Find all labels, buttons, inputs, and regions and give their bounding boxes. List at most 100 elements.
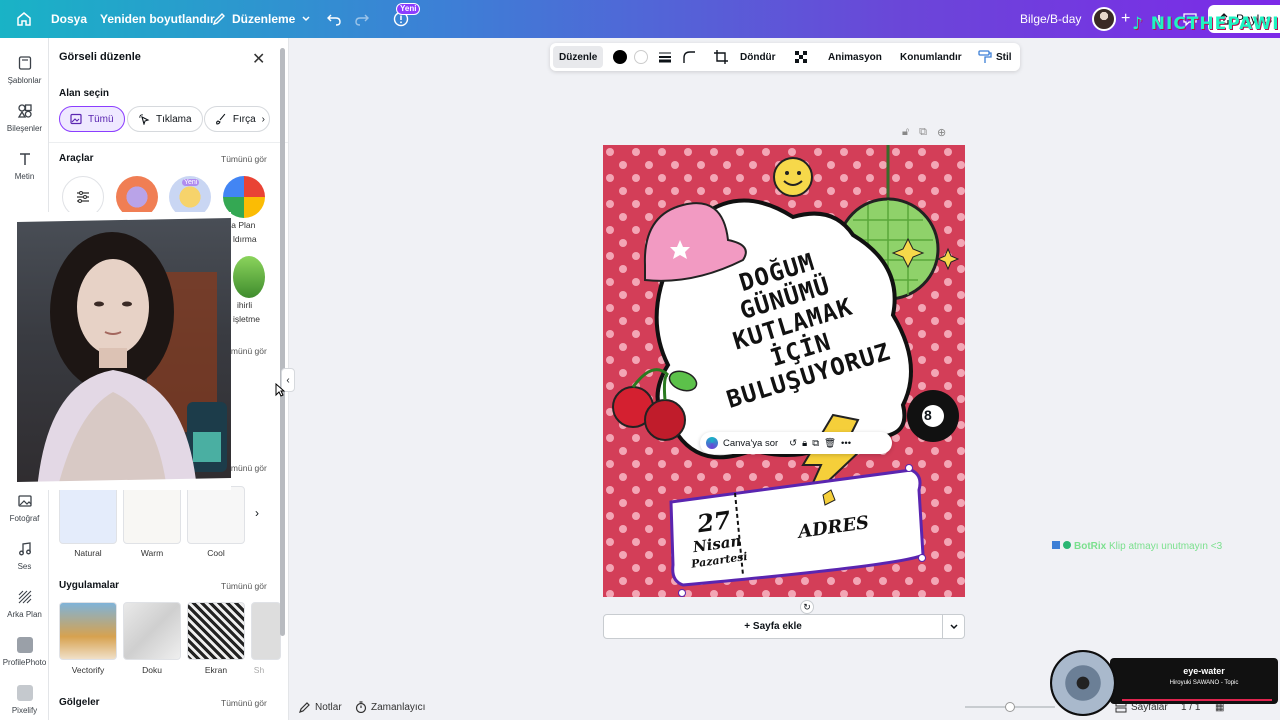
undo-icon [327,14,341,26]
rail-item-photos[interactable]: Fotoğraf [0,492,49,523]
crop-button[interactable] [714,43,728,71]
transparency-button[interactable] [794,43,808,71]
filter-natural[interactable] [59,486,117,544]
new-badge: Yeni [396,3,421,15]
filter-label: Warm [140,548,164,558]
tiktok-watermark: ♪ NICTHEPAWICH [1132,14,1280,34]
paint-roller-icon [978,50,992,63]
zoom-slider-thumb[interactable] [1005,702,1015,712]
magic-grab-tool[interactable] [233,256,265,298]
rail-item-text[interactable]: Metin [0,150,49,181]
animate-button[interactable]: Animasyon [828,43,882,71]
verified-badge-icon [1063,541,1071,549]
rotate-label: Döndür [740,51,776,63]
fill-color-button[interactable] [634,43,648,71]
panel-scrollbar[interactable] [280,48,285,636]
edit-menu[interactable]: Düzenleme [212,0,311,38]
timer-button[interactable]: Zamanlayıcı [355,701,425,713]
filters-next-button[interactable]: › [255,506,259,520]
rail-item-background[interactable]: Arka Plan [0,588,49,619]
chip-all[interactable]: Tümü [59,106,125,132]
duplicate-page-icon[interactable]: ⧉ [919,126,927,139]
eight-ball-number: 8 [924,407,932,423]
redo-button[interactable] [354,0,370,38]
rail-item-profile-photo[interactable]: ProfilePhoto [0,636,49,667]
app-screen[interactable] [187,602,245,660]
add-page-options-button[interactable] [942,615,964,638]
app-label: Sh [253,665,265,675]
lock-page-icon[interactable]: 🔓︎ [902,126,909,139]
app-texture[interactable] [123,602,181,660]
chevron-right-icon: › [255,506,259,520]
edit-label: Düzenleme [232,12,296,26]
white-color-swatch [634,50,648,64]
shapes-icon [16,102,34,120]
profile-photo-app-icon [16,636,34,654]
lock-icon[interactable]: 🔒︎ [802,438,807,449]
pencil-icon [299,702,310,713]
rail-item-elements[interactable]: Bileşenler [0,102,49,133]
song-title: eye-water [1183,666,1225,676]
ask-canva-button[interactable]: Canva'ya sor [723,438,778,449]
home-button[interactable] [16,0,32,38]
song-progress [1122,699,1272,701]
undo-button[interactable] [326,0,342,38]
rail-item-audio[interactable]: Ses [0,540,49,571]
add-page-icon[interactable]: ⊕ [937,126,946,139]
chip-brush[interactable]: Fırça › [204,106,270,132]
resize-menu[interactable]: Yeniden boyutlandır [100,0,215,38]
rail-label: Bileşenler [6,124,43,133]
chat-message: BotRix Klip atmayı unutmayın <3 [1052,541,1222,552]
add-page-button[interactable]: + Sayfa ekle [604,621,942,632]
style-button[interactable]: Stil [978,43,1012,71]
chat-text: Klip atmayı unutmayın <3 [1109,541,1223,552]
rail-item-templates[interactable]: Şablonlar [0,54,49,85]
song-artist: Hiroyuki SAWANO - Topic [1169,680,1239,686]
home-icon [17,12,31,26]
webcam-overlay [17,212,231,490]
design-canvas[interactable]: DOĞUM GÜNÜMÜ KUTLAMAK İÇİN BULUŞUYORUZ 8… [603,145,965,597]
corner-rounding-button[interactable] [682,43,696,71]
tools-see-all-link[interactable]: Tümünü gör [221,154,267,164]
rail-label: Metin [14,172,35,181]
filter-warm[interactable] [123,486,181,544]
trash-icon[interactable]: 🗑︎ [824,438,836,449]
rail-label: ProfilePhoto [2,658,47,667]
border-color-button[interactable] [613,43,627,71]
timer-icon [355,701,367,713]
shadows-heading: Gölgeler [59,697,100,708]
chip-click[interactable]: Tıklama [127,106,203,132]
selection-handle[interactable] [905,464,913,472]
rotate-handle[interactable]: ↻ [800,600,814,614]
timer-label: Zamanlayıcı [371,701,426,713]
filter-cool[interactable] [187,486,245,544]
duplicate-icon[interactable]: ⧉ [812,438,819,449]
app-partial[interactable] [251,602,281,660]
rail-item-pixelify[interactable]: Pixelify [0,684,49,715]
redo-icon [355,14,369,26]
position-button[interactable]: Konumlandır [900,43,962,71]
file-menu[interactable]: Dosya [51,0,87,38]
pattern-icon [16,588,34,606]
image-icon [16,492,34,510]
brush-icon [216,113,226,125]
shadows-see-all-link[interactable]: Tümünü gör [221,698,267,708]
edit-image-button[interactable]: Düzenle [553,46,604,68]
app-vectorify[interactable] [59,602,117,660]
border-style-button[interactable] [658,43,672,71]
add-collaborator-button[interactable]: + [1121,0,1130,38]
project-title[interactable]: Bilge/B-day [1020,0,1081,38]
rotate-button[interactable]: Döndür [740,43,776,71]
notes-button[interactable]: Notlar [299,701,342,713]
border-style-icon [659,52,671,63]
smiley-sticker [773,157,813,197]
user-avatar[interactable] [1092,0,1116,38]
selection-handle[interactable] [918,554,926,562]
magic-grab-label-1: ihirli [237,300,253,310]
more-icon[interactable]: ••• [841,438,851,449]
apps-see-all-link[interactable]: Tümünü gör [221,581,267,591]
selection-handle[interactable] [678,589,686,597]
comment-add-icon[interactable]: ↺ [789,438,797,449]
tiktok-handle: NICTHEPAWICH [1150,14,1280,34]
close-panel-button[interactable]: ✕ [252,49,265,69]
